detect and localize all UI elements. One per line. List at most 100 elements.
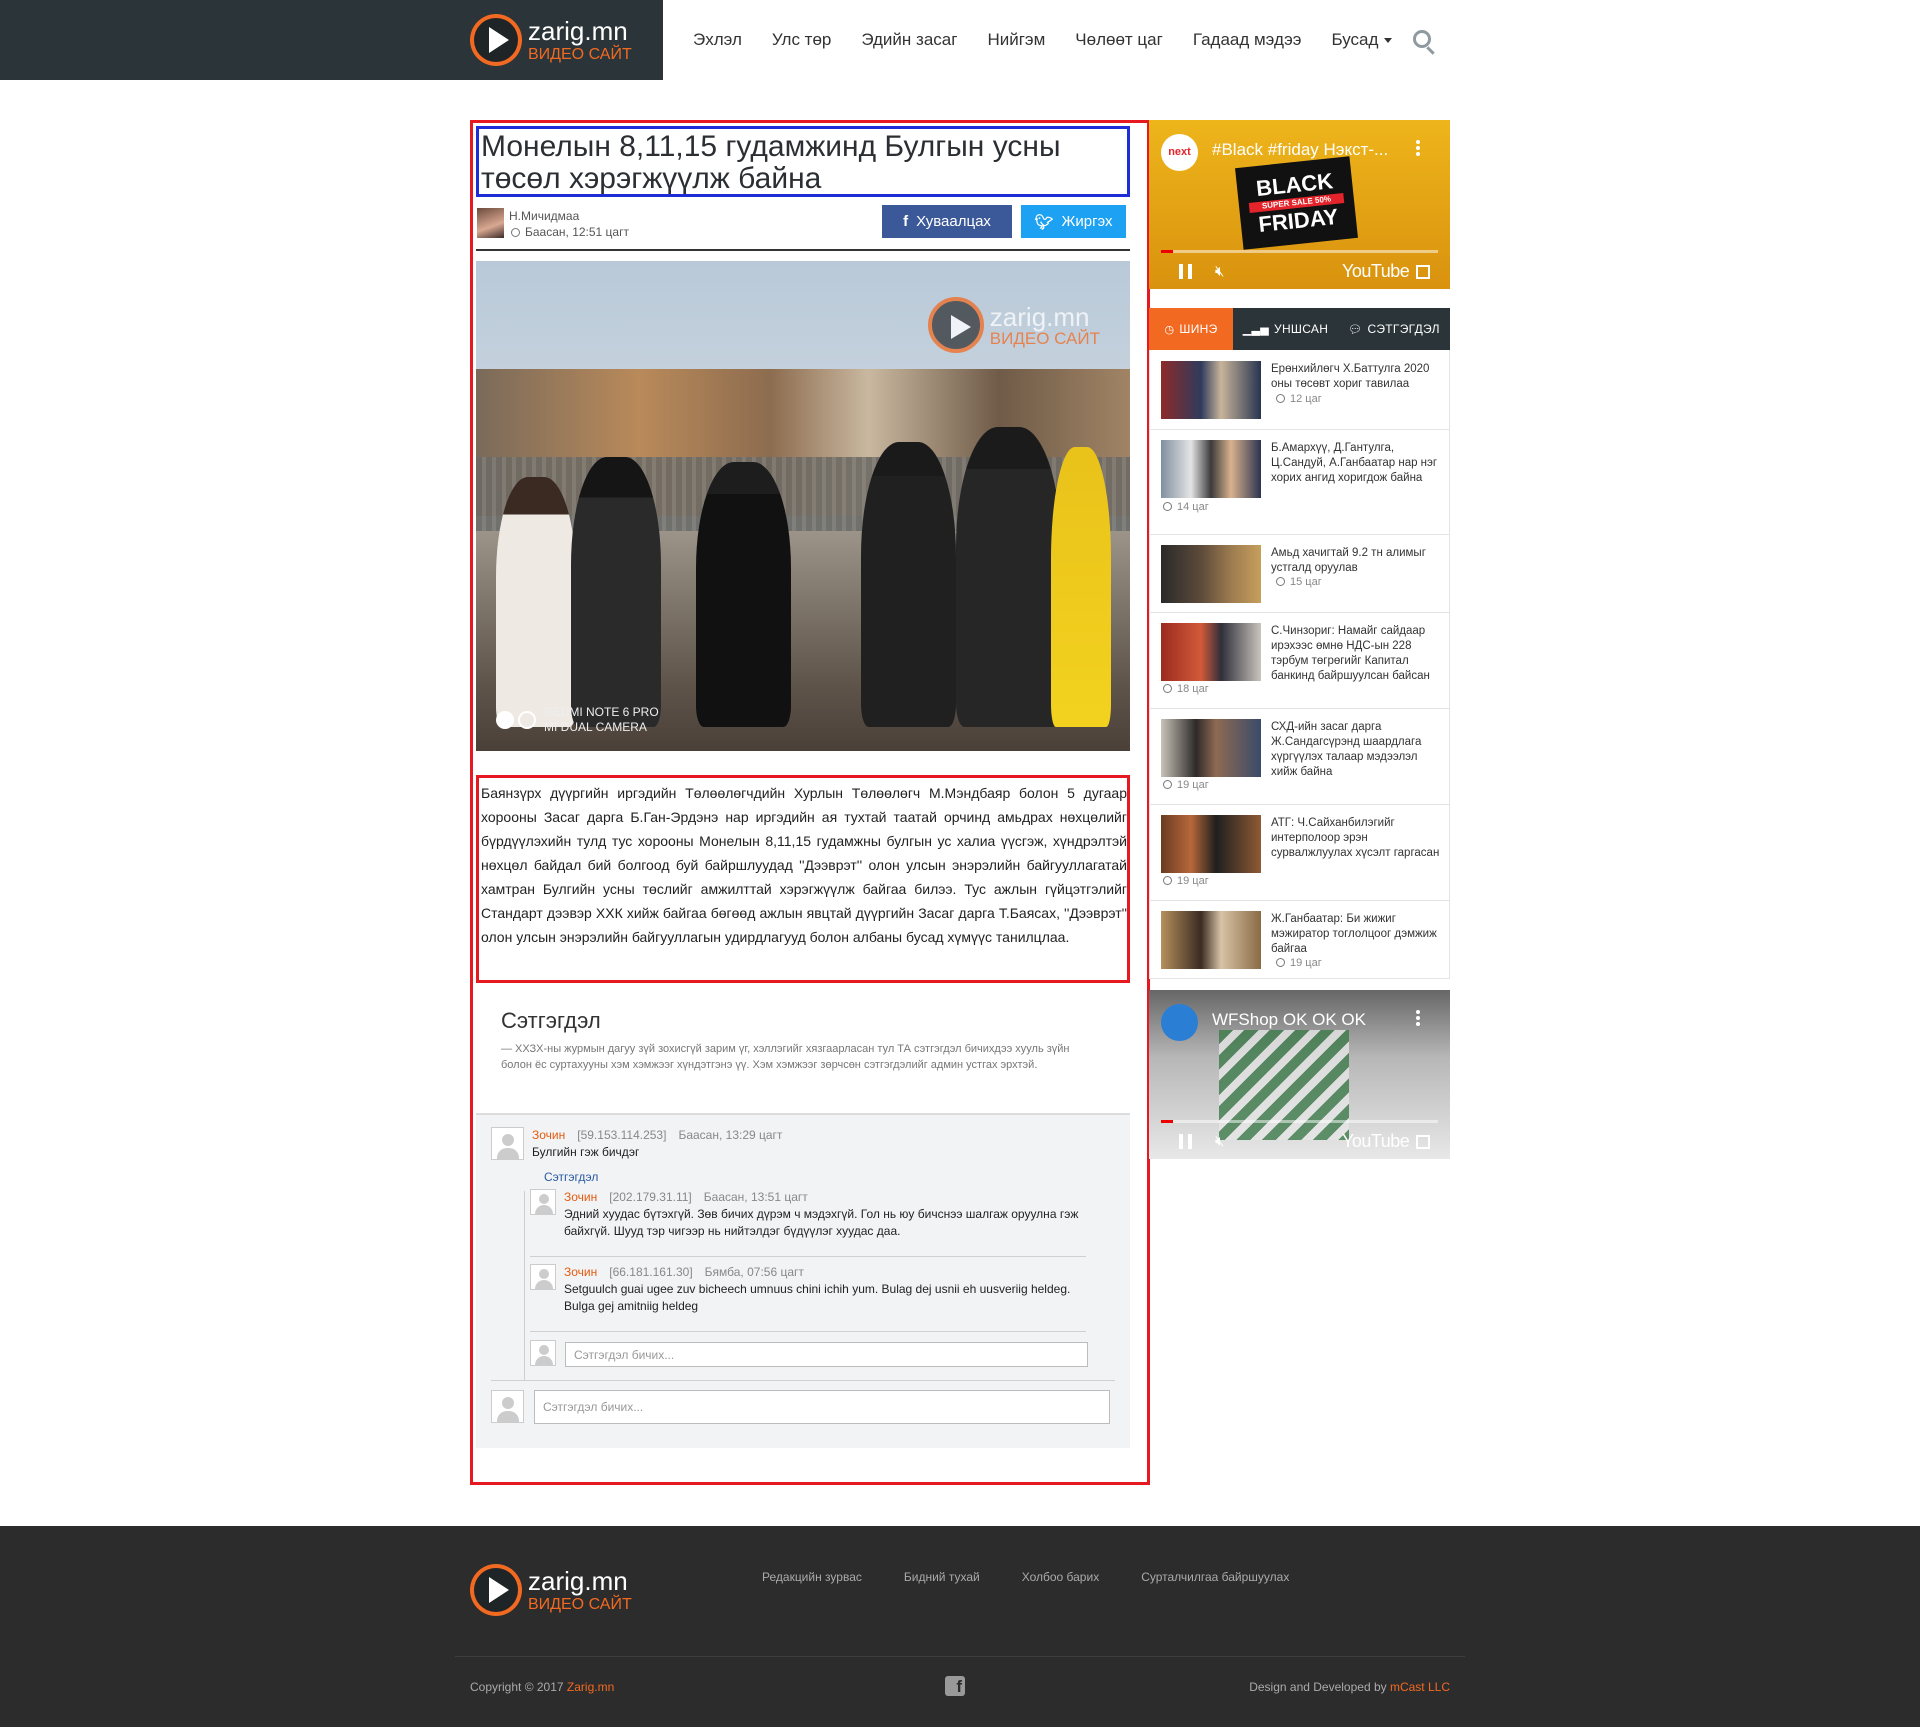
video-title[interactable]: #Black #friday Нэкст-...	[1212, 140, 1388, 160]
footer-link-editorial[interactable]: Редакцийн зурвас	[762, 1570, 862, 1584]
list-item[interactable]: АТГ: Ч.Сайханбилэгийг интерполоор эрэн с…	[1150, 805, 1449, 901]
site-logo[interactable]: zarig.mn ВИДЕО САЙТ	[470, 14, 632, 66]
footer-link-contact[interactable]: Холбоо барих	[1022, 1570, 1099, 1584]
mute-icon[interactable]: 🔇︎	[1215, 263, 1224, 280]
author-avatar	[477, 208, 504, 238]
news-title[interactable]: АТГ: Ч.Сайханбилэгийг интерполоор эрэн с…	[1271, 816, 1441, 861]
logo-name: zarig.mn	[528, 15, 628, 46]
list-item[interactable]: Амьд хачигтай 9.2 тн алимыг устгалд оруу…	[1150, 535, 1449, 613]
user-avatar-icon	[491, 1127, 524, 1160]
reply-link[interactable]: Сэтгэгдэл	[544, 1170, 598, 1184]
developer-prefix: Design and Developed by	[1249, 1680, 1390, 1694]
nav-item-home[interactable]: Эхлэл	[693, 30, 742, 50]
main-nav: Эхлэл Улс төр Эдийн засаг Нийгэм Чөлөөт …	[678, 0, 1407, 80]
news-title[interactable]: Ж.Ганбаатар: Би жижиг мэжиратор тоглолцо…	[1271, 912, 1441, 957]
news-time: 12 цаг	[1290, 393, 1322, 405]
video-progress[interactable]	[1161, 250, 1438, 253]
play-logo-icon	[927, 297, 984, 353]
tab-most-read[interactable]: ▁▃▅ УНШСАН	[1233, 308, 1338, 350]
tab-new[interactable]: ◷ ШИНЭ	[1149, 308, 1233, 350]
video-player-2[interactable]: WFShop OK OK OK 🔇︎ YouTube	[1149, 990, 1450, 1159]
thread-line	[524, 1191, 525, 1381]
nav-item-more[interactable]: Бусад	[1331, 30, 1393, 50]
footer-logo[interactable]: zarig.mn ВИДЕО САЙТ	[470, 1564, 632, 1616]
list-item[interactable]: Ж.Ганбаатар: Би жижиг мэжиратор тоглолцо…	[1150, 901, 1449, 979]
search-icon[interactable]	[1413, 30, 1431, 48]
user-avatar-icon	[530, 1189, 556, 1215]
comment-input[interactable]: Сэтгэгдэл бичих...	[534, 1390, 1110, 1424]
nav-item-society[interactable]: Нийгэм	[987, 30, 1045, 50]
video-player-1[interactable]: BLACK SUPER SALE 50% FRIDAY next #Black #f…	[1149, 120, 1450, 289]
comments-heading: Сэтгэгдэл	[501, 1008, 601, 1033]
share-facebook-button[interactable]: f Хуваалцах	[882, 205, 1012, 238]
channel-avatar[interactable]	[1161, 1004, 1198, 1041]
nav-item-economy[interactable]: Эдийн засаг	[861, 30, 957, 50]
share-facebook-label: Хуваалцах	[916, 213, 991, 230]
news-title[interactable]: Ерөнхийлөгч Х.Баттулга 2020 оны төсөвт х…	[1271, 362, 1441, 392]
tab-comments[interactable]: 💬︎ СЭТГЭГДЭЛ	[1338, 308, 1450, 350]
header-logo-block: zarig.mn ВИДЕО САЙТ	[0, 0, 663, 80]
news-thumbnail[interactable]	[1161, 623, 1261, 681]
twitter-icon: 🐦︎	[1034, 213, 1054, 231]
user-avatar-icon	[491, 1390, 524, 1423]
tab-most-read-label: УНШСАН	[1274, 322, 1329, 336]
nav-item-world[interactable]: Гадаад мэдээ	[1193, 30, 1302, 50]
camera-stamp: REDMI NOTE 6 PRO MI DUAL CAMERA	[496, 705, 659, 735]
comment-ip: [59.153.114.253]	[577, 1128, 667, 1142]
comment-item: Зочин [59.153.114.253] Баасан, 13:29 цагт …	[491, 1127, 794, 1161]
play-logo-icon	[470, 1564, 522, 1616]
list-item[interactable]: С.Чинзориг: Намайг сайдаар ирэхээс өмнө …	[1150, 613, 1449, 709]
divider	[530, 1256, 1086, 1257]
nav-item-more-label: Бусад	[1331, 30, 1379, 49]
youtube-logo[interactable]: YouTube	[1342, 261, 1410, 282]
video-progress[interactable]	[1161, 1120, 1438, 1123]
share-twitter-button[interactable]: 🐦︎ Жиргэх	[1021, 205, 1126, 238]
news-title[interactable]: СХД-ийн засаг дарга Ж.Сандагсүрэнд шаард…	[1271, 720, 1441, 780]
fullscreen-icon[interactable]	[1416, 265, 1430, 279]
reply-input[interactable]: Сэтгэгдэл бичих...	[565, 1342, 1088, 1367]
footer-links: Редакцийн зурвас Бидний тухай Холбоо бар…	[762, 1570, 1331, 1584]
developer-name[interactable]: mCast LLC	[1390, 1680, 1450, 1694]
news-thumbnail[interactable]	[1161, 815, 1261, 873]
author-name[interactable]: Н.Мичидмаа	[509, 208, 629, 224]
nav-item-politics[interactable]: Улс төр	[772, 30, 832, 50]
news-time: 19 цаг	[1177, 875, 1209, 887]
facebook-icon[interactable]: f	[945, 1676, 965, 1696]
comment-author: Зочин	[564, 1190, 598, 1204]
news-thumbnail[interactable]	[1161, 719, 1261, 777]
logo-subtitle: ВИДЕО САЙТ	[528, 1595, 632, 1613]
footer-link-advertise[interactable]: Сурталчилгаа байршуулах	[1141, 1570, 1289, 1584]
news-thumbnail[interactable]	[1161, 440, 1261, 498]
list-item[interactable]: Б.Амархүү, Д.Гантулга, Ц.Сандуй, А.Ганба…	[1150, 430, 1449, 535]
news-time: 19 цаг	[1177, 779, 1209, 791]
news-thumbnail[interactable]	[1161, 361, 1261, 419]
more-options-icon[interactable]	[1416, 140, 1420, 144]
comment-text: Булгийн гэж бичдэг	[532, 1145, 640, 1159]
caret-down-icon	[1384, 38, 1393, 44]
youtube-logo[interactable]: YouTube	[1342, 1131, 1410, 1152]
news-thumbnail[interactable]	[1161, 911, 1261, 969]
divider	[491, 1380, 1115, 1381]
mute-icon[interactable]: 🔇︎	[1215, 1133, 1224, 1150]
footer-link-about[interactable]: Бидний тухай	[904, 1570, 980, 1584]
copyright-site[interactable]: Zarig.mn	[567, 1680, 614, 1694]
more-options-icon[interactable]	[1416, 1010, 1420, 1014]
pause-icon[interactable]	[1179, 264, 1192, 279]
news-thumbnail[interactable]	[1161, 545, 1261, 603]
comment-author: Зочин	[532, 1128, 566, 1142]
news-title[interactable]: Б.Амархүү, Д.Гантулга, Ц.Сандуй, А.Ганба…	[1271, 441, 1441, 486]
news-title[interactable]: С.Чинзориг: Намайг сайдаар ирэхээс өмнө …	[1271, 624, 1441, 684]
watermark-sub: ВИДЕО САЙТ	[989, 328, 1100, 348]
news-title[interactable]: Амьд хачигтай 9.2 тн алимыг устгалд оруу…	[1271, 546, 1441, 576]
channel-avatar[interactable]: next	[1161, 134, 1198, 171]
pause-icon[interactable]	[1179, 1134, 1192, 1149]
comment-text: Эдний хуудас бүтэхгүй. Зөв бичих дүрэм ч…	[564, 1207, 1079, 1238]
list-item[interactable]: СХД-ийн засаг дарга Ж.Сандагсүрэнд шаард…	[1150, 709, 1449, 805]
news-time: 18 цаг	[1177, 683, 1209, 695]
nav-item-leisure[interactable]: Чөлөөт цаг	[1075, 30, 1163, 50]
fullscreen-icon[interactable]	[1416, 1135, 1430, 1149]
list-item[interactable]: Ерөнхийлөгч Х.Баттулга 2020 оны төсөвт х…	[1150, 350, 1449, 430]
share-twitter-label: Жиргэх	[1061, 213, 1113, 230]
video-title[interactable]: WFShop OK OK OK	[1212, 1010, 1366, 1030]
photo-watermark: zarig.mn ВИДЕО САЙТ	[927, 297, 1100, 353]
